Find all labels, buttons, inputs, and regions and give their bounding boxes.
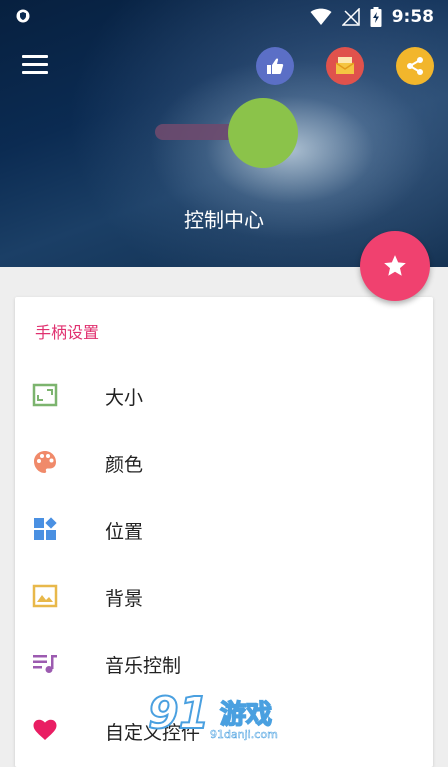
settings-item-label: 颜色	[105, 454, 144, 476]
handle-slider-knob[interactable]	[228, 98, 298, 168]
hamburger-menu-button[interactable]	[22, 55, 48, 77]
watermark-number: 91	[147, 687, 210, 740]
section-title: 手柄设置	[35, 323, 100, 342]
image-icon	[32, 584, 58, 608]
page-title: 控制中心	[184, 208, 264, 232]
shield-icon	[16, 9, 30, 23]
settings-item-color[interactable]: 颜色	[15, 431, 433, 491]
settings-item-size[interactable]: 大小	[15, 364, 433, 424]
watermark-url: 91danji.com	[210, 728, 278, 742]
dashboard-icon	[34, 517, 57, 540]
favorite-fab-button[interactable]	[360, 231, 430, 301]
settings-item-background[interactable]: 背景	[15, 565, 433, 625]
status-bar: 9:58	[0, 0, 448, 34]
palette-icon	[34, 451, 56, 473]
like-button[interactable]	[256, 47, 294, 85]
settings-item-label: 大小	[105, 387, 144, 409]
settings-item-label: 位置	[105, 521, 144, 543]
watermark-logo: 91 游戏 91danji.com	[147, 687, 298, 745]
playlist-icon	[33, 655, 57, 673]
share-icon	[407, 57, 423, 75]
watermark-text: 游戏	[219, 699, 273, 731]
settings-item-position[interactable]: 位置	[15, 498, 433, 558]
resize-icon	[32, 383, 58, 407]
envelope-icon	[335, 57, 355, 74]
no-signal-icon	[341, 8, 360, 26]
mail-button[interactable]	[326, 47, 364, 85]
heart-icon	[33, 719, 57, 740]
settings-item-music[interactable]: 音乐控制	[15, 632, 433, 692]
clock: 9:58	[391, 7, 434, 27]
wifi-icon	[310, 8, 332, 25]
star-icon	[384, 255, 406, 276]
settings-item-label: 音乐控制	[105, 655, 182, 677]
settings-item-label: 背景	[105, 588, 144, 610]
thumbs-up-icon	[267, 58, 284, 74]
share-button[interactable]	[396, 47, 434, 85]
header-banner: 9:58 控制中心	[0, 0, 448, 267]
battery-charging-icon	[370, 7, 382, 27]
